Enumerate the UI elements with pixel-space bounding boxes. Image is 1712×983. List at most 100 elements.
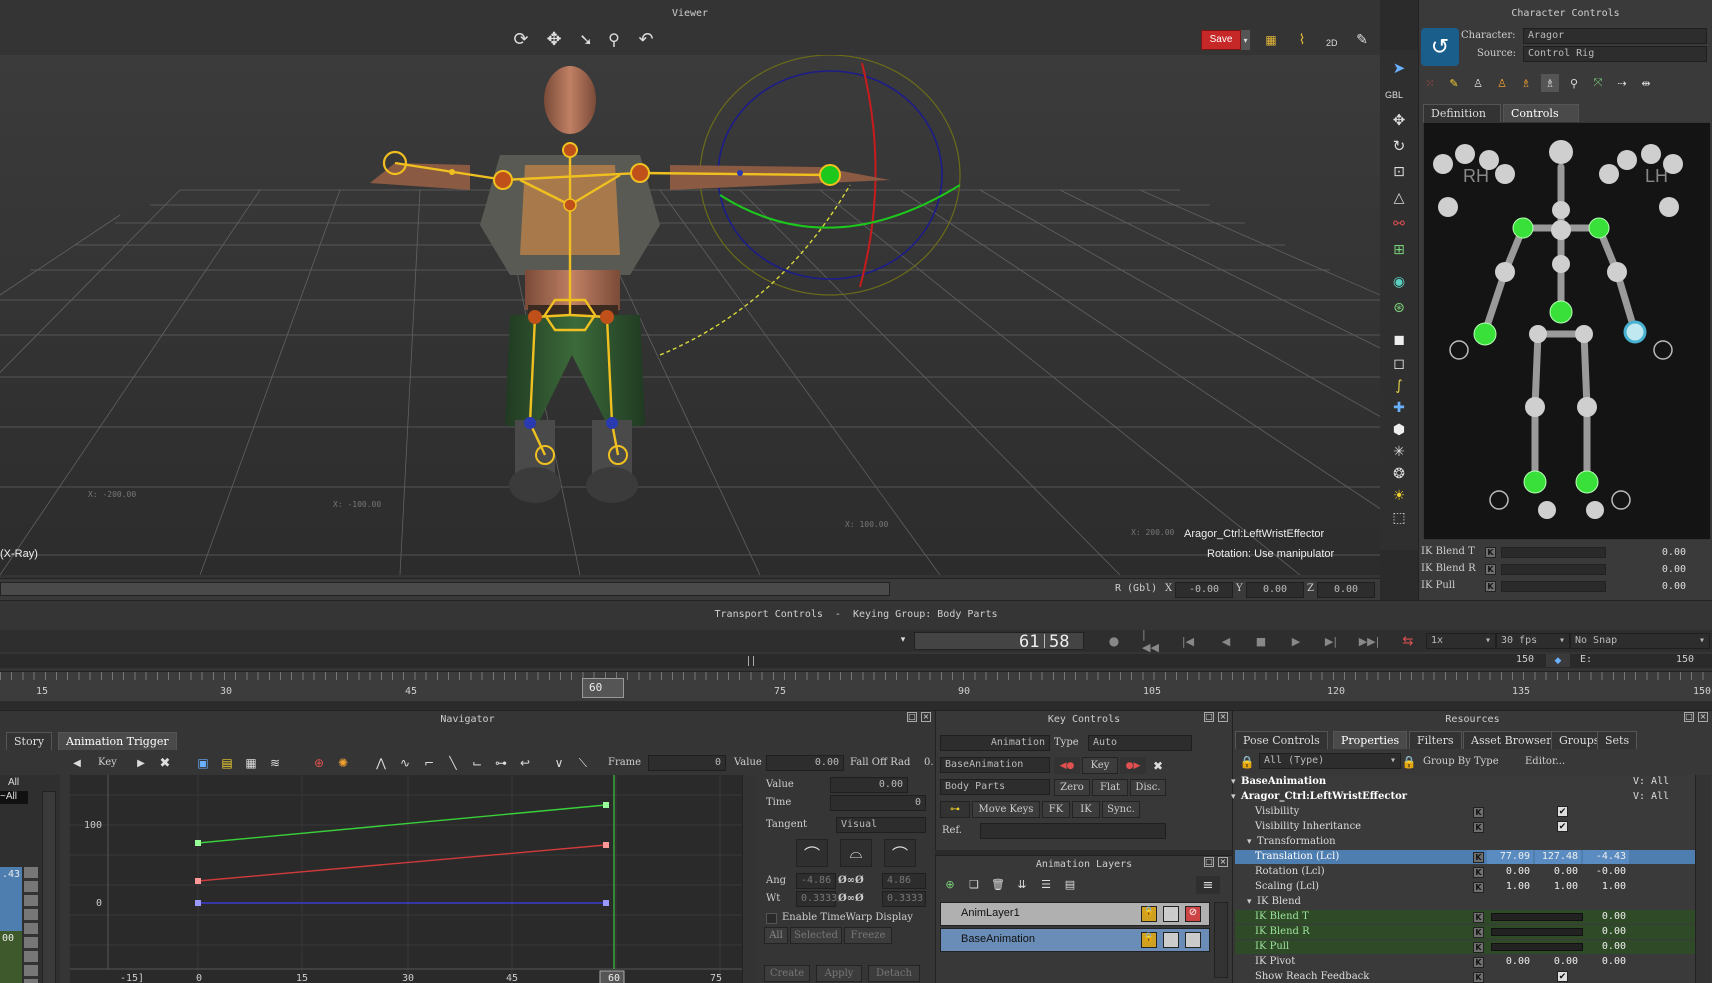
property-row[interactable]: Scaling (Lcl) K 1.00 1.00 1.00 (1235, 880, 1695, 894)
layer-menu-icon[interactable]: ≡ (1196, 876, 1220, 894)
property-row[interactable]: IK Blend ▾ (1235, 895, 1695, 909)
tab-story[interactable]: Story (6, 732, 53, 750)
box-icon[interactable]: ◻ (1388, 354, 1410, 374)
property-value-field[interactable]: 0.00 (1535, 955, 1581, 969)
pan-icon[interactable]: ✥ (543, 28, 565, 50)
normalize-icon[interactable]: ≋ (266, 754, 284, 772)
tab-pose-controls[interactable]: Pose Controls (1235, 731, 1328, 749)
list-item[interactable]: ~All (0, 791, 28, 804)
rotation-y-field[interactable]: 0.00 (1246, 582, 1304, 598)
visibility-filter[interactable]: V: All (1633, 790, 1669, 804)
figure-part-icon[interactable]: ♗ (1541, 74, 1559, 92)
flat-button[interactable]: Flat (1092, 779, 1128, 796)
ik-value[interactable]: 0.00 (1611, 580, 1689, 594)
property-value-field[interactable]: 1.00 (1535, 880, 1581, 894)
key-toggle[interactable]: K (1473, 972, 1484, 983)
range-slider-icon[interactable]: ◆ (1546, 654, 1570, 667)
fcurve-graph[interactable]: 100 0 -15] 0 15 30 45 60 75 (70, 775, 742, 983)
cube-icon[interactable]: ◼ (1388, 330, 1410, 350)
key-toggle[interactable]: K (1485, 547, 1496, 558)
next-key-arrow-icon[interactable]: ▶ (134, 754, 148, 772)
tangent-shape-icon[interactable]: ⌓ (840, 839, 872, 867)
key-toggle[interactable]: K (1473, 942, 1484, 953)
keying-group-select[interactable]: Body Parts (940, 779, 1050, 795)
take-select[interactable]: BaseAnimation (940, 757, 1050, 773)
ik-slider[interactable] (1501, 581, 1606, 592)
figure-icon[interactable]: ♙ (1469, 74, 1487, 92)
property-checkbox[interactable]: ✔ (1557, 821, 1568, 832)
key-value-field[interactable]: 0.00 (830, 777, 908, 793)
expand-triangle-icon[interactable]: ▾ (1247, 835, 1252, 849)
tab-properties[interactable]: Properties (1333, 731, 1408, 749)
ik-value[interactable]: 0.00 (1611, 563, 1689, 577)
property-slider[interactable] (1491, 943, 1583, 951)
tangent-auto-icon[interactable]: ⋀ (372, 754, 390, 772)
close-icon[interactable]: × (1698, 712, 1708, 722)
key-toggle[interactable]: K (1473, 867, 1484, 878)
channel-row[interactable]: 00 (0, 931, 22, 983)
lock-toggle-icon[interactable]: 🔒 (1401, 754, 1417, 770)
fk-button[interactable]: FK (1042, 801, 1070, 818)
lock-icon[interactable]: 🔒 (1141, 906, 1157, 922)
property-checkbox[interactable]: ✔ (1557, 971, 1568, 982)
calendar-icon[interactable]: ▦ (242, 754, 260, 772)
tangent-shape-icon[interactable]: ⌒ (884, 839, 916, 867)
timewarp-checkbox[interactable] (766, 913, 777, 924)
wt-left-field[interactable]: 0.3333 (796, 891, 837, 907)
pencil-icon[interactable]: ✎ (1445, 74, 1463, 92)
go-start-icon[interactable]: |◀◀ (1142, 628, 1162, 654)
key-toggle[interactable]: K (1473, 807, 1484, 818)
maximize-icon[interactable]: □ (1684, 712, 1694, 722)
layer-row[interactable]: BaseAnimation 🔒 1 ⊘ (940, 928, 1210, 952)
duplicate-layer-icon[interactable]: ❏ (964, 874, 984, 894)
frame-selection-icon[interactable]: ▤ (218, 754, 236, 772)
property-row[interactable]: IK Blend R K 0.00 (1235, 925, 1695, 939)
property-value-field[interactable]: -4.43 (1583, 850, 1629, 864)
3d-viewport[interactable] (0, 55, 1380, 575)
property-value-field[interactable]: -0.00 (1583, 865, 1629, 879)
key-toggle[interactable]: K (1485, 564, 1496, 575)
timeline-ruler[interactable]: 15 30 45 60 75 90 105 120 135 150 (0, 671, 1712, 701)
expand-triangle-icon[interactable]: ▾ (1231, 790, 1236, 804)
property-row[interactable]: Transformation ▾ (1235, 835, 1695, 849)
key-toggle[interactable]: K (1473, 957, 1484, 968)
tab-controls[interactable]: Controls (1503, 104, 1579, 122)
graph-vscroll[interactable] (742, 775, 756, 983)
property-value-field[interactable]: 0.00 (1487, 955, 1533, 969)
zero-button[interactable]: Zero (1054, 779, 1090, 796)
animation-mode-select[interactable]: Animation (940, 735, 1050, 751)
filter-all-button[interactable]: All (764, 927, 788, 944)
filter-freeze-button[interactable]: Freeze (844, 927, 892, 944)
key-button[interactable]: Key (1082, 757, 1118, 774)
tab-sets[interactable]: Sets (1597, 731, 1638, 749)
lock-filter-icon[interactable]: 🔒 (1239, 754, 1255, 770)
property-row[interactable]: BaseAnimation ▾ V: All (1231, 775, 1695, 789)
tangent-linear-icon[interactable]: ╲ (444, 754, 462, 772)
apply-button[interactable]: Apply (816, 965, 862, 982)
prev-key-icon[interactable]: |◀ (1180, 633, 1196, 649)
key-toggle[interactable]: K (1473, 822, 1484, 833)
next-key-icon[interactable]: ▶| (1323, 633, 1339, 649)
pin-icon[interactable]: ⚲ (1565, 74, 1583, 92)
skeleton-icon[interactable]: ✳ (1388, 442, 1410, 462)
wt-right-field[interactable]: 0.3333 (882, 891, 926, 907)
key-toggle[interactable]: K (1473, 882, 1484, 893)
translate-icon[interactable]: ✥ (1388, 110, 1410, 130)
key-toggle[interactable]: K (1473, 912, 1484, 923)
tab-filters[interactable]: Filters (1409, 731, 1462, 749)
falloff-value[interactable]: 0. (924, 757, 934, 768)
type-select[interactable]: Auto (1088, 735, 1192, 751)
orbit-icon[interactable]: ⟳ (510, 28, 532, 50)
property-row[interactable]: Visibility K ✔ (1235, 805, 1695, 819)
effector-icon[interactable]: ⤧ (1589, 74, 1607, 92)
property-row[interactable]: Translation (Lcl) K 77.09 127.48 -4.43 (1235, 850, 1695, 864)
character-select[interactable]: Aragor (1523, 28, 1707, 44)
ik-slider[interactable] (1501, 564, 1606, 575)
tangent-step-icon[interactable]: ⌙ (468, 754, 486, 772)
ref-field[interactable] (980, 823, 1166, 839)
constraint-icon[interactable]: ❂ (1388, 464, 1410, 484)
pivot-icon[interactable]: △ (1388, 188, 1410, 208)
marker-icon[interactable]: ✚ (1388, 398, 1410, 418)
layer-stack-icon[interactable]: ☰ (1036, 874, 1056, 894)
key-lock-icon[interactable]: ⊶ (940, 801, 970, 818)
